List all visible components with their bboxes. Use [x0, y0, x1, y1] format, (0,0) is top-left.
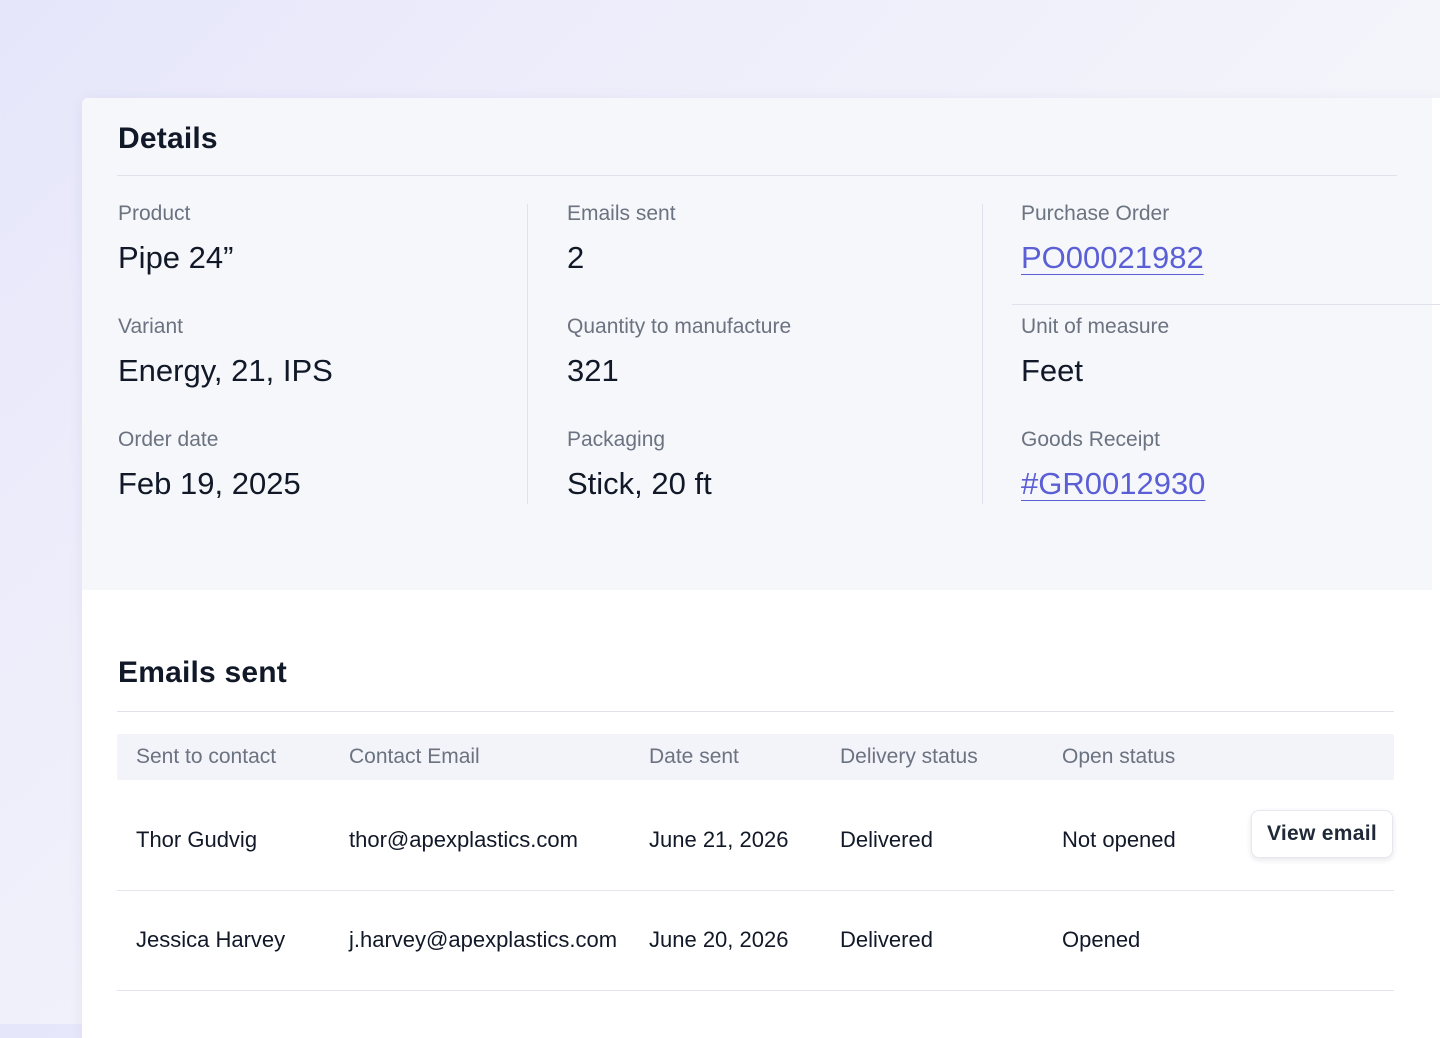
date-sent: June 20, 2026	[649, 927, 789, 952]
unit-of-measure-field: Unit of measure Feet	[1021, 315, 1169, 389]
unit-of-measure-value: Feet	[1021, 353, 1084, 388]
product-label: Product	[118, 202, 191, 225]
order-date-label: Order date	[118, 428, 219, 451]
purchase-order-field: Purchase Order PO00021982	[1021, 202, 1204, 276]
goods-receipt-link[interactable]: #GR0012930	[1021, 466, 1205, 502]
packaging-value: Stick, 20 ft	[567, 466, 712, 501]
contact-name: Jessica Harvey	[136, 927, 286, 952]
packaging-field: Packaging Stick, 20 ft	[567, 428, 712, 502]
details-section: Details Product Pipe 24” Variant Energy,…	[82, 98, 1440, 590]
column-header-contact: Sent to contact	[136, 745, 277, 768]
goods-receipt-field: Goods Receipt #GR0012930	[1021, 428, 1205, 502]
order-date-value: Feb 19, 2025	[118, 466, 301, 501]
table-row: Jessica Harvey j.harvey@apexplastics.com…	[117, 890, 1394, 991]
emails-sent-value: 2	[567, 240, 585, 275]
table-row: Thor Gudvig thor@apexplastics.com June 2…	[117, 790, 1394, 891]
variant-field: Variant Energy, 21, IPS	[118, 315, 333, 389]
quantity-label: Quantity to manufacture	[567, 315, 792, 338]
column-divider	[527, 204, 528, 504]
product-value: Pipe 24”	[118, 240, 234, 275]
unit-of-measure-label: Unit of measure	[1021, 315, 1170, 338]
details-card: Details Product Pipe 24” Variant Energy,…	[82, 98, 1440, 1038]
open-status: Not opened	[1062, 827, 1176, 852]
column-header-delivery: Delivery status	[840, 745, 978, 768]
contact-email: j.harvey@apexplastics.com	[349, 927, 618, 952]
variant-label: Variant	[118, 315, 183, 338]
date-sent: June 21, 2026	[649, 827, 789, 852]
emails-sent-label: Emails sent	[567, 202, 676, 225]
emails-sent-field: Emails sent 2	[567, 202, 676, 276]
column-divider	[982, 204, 983, 504]
contact-email: thor@apexplastics.com	[349, 827, 578, 852]
variant-value: Energy, 21, IPS	[118, 353, 333, 388]
quantity-field: Quantity to manufacture 321	[567, 315, 791, 389]
purchase-order-label: Purchase Order	[1021, 202, 1170, 225]
delivery-status: Delivered	[840, 927, 933, 952]
packaging-label: Packaging	[567, 428, 666, 451]
order-date-field: Order date Feb 19, 2025	[118, 428, 301, 502]
column-header-open: Open status	[1062, 745, 1176, 768]
open-status: Opened	[1062, 927, 1141, 952]
emails-divider	[117, 711, 1394, 712]
goods-receipt-label: Goods Receipt	[1021, 428, 1160, 451]
view-email-button[interactable]: View email	[1251, 810, 1393, 858]
emails-table-header: Sent to contact Contact Email Date sent …	[117, 734, 1394, 780]
purchase-order-link[interactable]: PO00021982	[1021, 240, 1204, 276]
quantity-value: 321	[567, 353, 619, 388]
purchase-order-divider	[1012, 304, 1440, 305]
column-header-email: Contact Email	[349, 745, 480, 768]
emails-title: Emails sent	[118, 656, 287, 689]
product-field: Product Pipe 24”	[118, 202, 233, 276]
column-header-date: Date sent	[649, 745, 739, 768]
delivery-status: Delivered	[840, 827, 933, 852]
contact-name: Thor Gudvig	[136, 827, 258, 852]
details-title: Details	[118, 122, 218, 155]
details-divider	[117, 175, 1397, 176]
